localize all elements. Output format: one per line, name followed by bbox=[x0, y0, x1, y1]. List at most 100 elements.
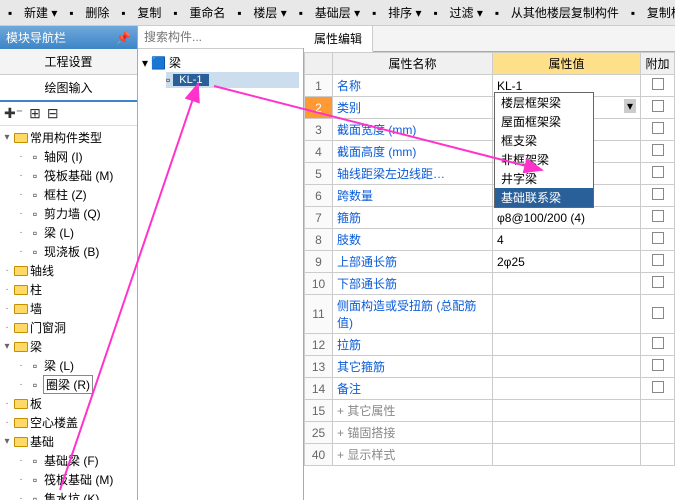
comp-item-kl1[interactable]: ▫ KL-1 bbox=[166, 72, 299, 88]
prop-value[interactable] bbox=[493, 334, 641, 356]
toolbar-copycomp[interactable]: ▪复制构件 bbox=[627, 2, 675, 23]
prop-value[interactable] bbox=[493, 422, 641, 444]
prop-row[interactable]: 4截面高度 (mm) bbox=[305, 141, 675, 163]
tree-node[interactable]: ·▫筏板基础 (M) bbox=[16, 470, 137, 489]
prop-value[interactable]: φ8@100/200 (4) bbox=[493, 207, 641, 229]
tree-node[interactable]: ·墙 bbox=[2, 299, 137, 318]
toolbar-rename[interactable]: ▪重命名 bbox=[169, 2, 229, 23]
dropdown-option[interactable]: 非框架梁 bbox=[495, 150, 593, 169]
tree-node[interactable]: ·▫基础梁 (F) bbox=[16, 451, 137, 470]
attach-checkbox[interactable] bbox=[652, 337, 664, 349]
tree-label: 筏板基础 (M) bbox=[44, 471, 113, 488]
prop-row[interactable]: 13其它箍筋 bbox=[305, 356, 675, 378]
prop-row[interactable]: 1名称KL-1 bbox=[305, 75, 675, 97]
expand-icon[interactable]: + bbox=[337, 448, 344, 462]
prop-value[interactable]: 2φ25 bbox=[493, 251, 641, 273]
attach-checkbox[interactable] bbox=[652, 144, 664, 156]
search-input[interactable] bbox=[138, 26, 305, 48]
prop-value[interactable] bbox=[493, 378, 641, 400]
tree-node[interactable]: ·▫圈梁 (R) bbox=[16, 375, 137, 394]
toolbar-copy[interactable]: ▪复制 bbox=[117, 2, 165, 23]
tree-node[interactable]: ▾梁 bbox=[2, 337, 137, 356]
tree-node[interactable]: ·▫梁 (L) bbox=[16, 223, 137, 242]
prop-value[interactable] bbox=[493, 295, 641, 334]
prop-row[interactable]: 6跨数量 bbox=[305, 185, 675, 207]
tree-node[interactable]: ·▫集水坑 (K) bbox=[16, 489, 137, 500]
attach-checkbox[interactable] bbox=[652, 381, 664, 393]
attach-checkbox[interactable] bbox=[652, 276, 664, 288]
ring-icon: ▫ bbox=[28, 378, 42, 392]
toolbar-copyfrom[interactable]: ▪从其他楼层复制构件 bbox=[491, 2, 623, 23]
prop-value[interactable] bbox=[493, 273, 641, 295]
attach-checkbox[interactable] bbox=[652, 100, 664, 112]
toolbar-new[interactable]: ▪新建 ▾ bbox=[4, 2, 61, 23]
attach-checkbox[interactable] bbox=[652, 122, 664, 134]
prop-row[interactable]: 11侧面构造或受扭筋 (总配筋值) bbox=[305, 295, 675, 334]
prop-row[interactable]: 3截面宽度 (mm) bbox=[305, 119, 675, 141]
tab-project-settings[interactable]: 工程设置 bbox=[0, 49, 137, 75]
category-dropdown[interactable]: 楼层框架梁屋面框架梁框支梁非框架梁井字梁基础联系梁 bbox=[494, 92, 594, 208]
tab-property-edit[interactable]: 属性编辑 bbox=[304, 26, 373, 52]
tree-node[interactable]: ·空心楼盖 bbox=[2, 413, 137, 432]
expand-icon[interactable]: + bbox=[337, 426, 344, 440]
prop-row[interactable]: 12拉筋 bbox=[305, 334, 675, 356]
tree-node[interactable]: ·▫框柱 (Z) bbox=[16, 185, 137, 204]
tree-node[interactable]: ·柱 bbox=[2, 280, 137, 299]
prop-row[interactable]: 9上部通长筋2φ25 bbox=[305, 251, 675, 273]
prop-value[interactable] bbox=[493, 444, 641, 466]
toolbar-floor[interactable]: ▪楼层 ▾ bbox=[233, 2, 290, 23]
prop-value[interactable] bbox=[493, 356, 641, 378]
tree-expand-icon[interactable]: ⊞ bbox=[29, 105, 41, 122]
tree-node[interactable]: ·▫轴网 (I) bbox=[16, 147, 137, 166]
prop-row[interactable]: 25+ 锚固搭接 bbox=[305, 422, 675, 444]
prop-row[interactable]: 10下部通长筋 bbox=[305, 273, 675, 295]
toolbar-filter[interactable]: ▪过滤 ▾ bbox=[429, 2, 486, 23]
folder-icon bbox=[14, 321, 28, 335]
toolbar-del[interactable]: ▪删除 bbox=[65, 2, 113, 23]
expand-icon[interactable]: + bbox=[337, 404, 344, 418]
tree-node[interactable]: ·▫梁 (L) bbox=[16, 356, 137, 375]
toolbar-sort[interactable]: ▪排序 ▾ bbox=[368, 2, 425, 23]
attach-checkbox[interactable] bbox=[652, 166, 664, 178]
dropdown-option[interactable]: 基础联系梁 bbox=[495, 188, 593, 207]
raft-icon: ▫ bbox=[28, 169, 42, 183]
dropdown-option[interactable]: 井字梁 bbox=[495, 169, 593, 188]
attach-checkbox[interactable] bbox=[652, 254, 664, 266]
prop-value[interactable]: 4 bbox=[493, 229, 641, 251]
tree-node[interactable]: ▾基础 bbox=[2, 432, 137, 451]
attach-checkbox[interactable] bbox=[652, 210, 664, 222]
dropdown-option[interactable]: 屋面框架梁 bbox=[495, 112, 593, 131]
attach-checkbox[interactable] bbox=[652, 307, 664, 319]
dropdown-option[interactable]: 楼层框架梁 bbox=[495, 93, 593, 112]
component-tree[interactable]: ▾常用构件类型·▫轴网 (I)·▫筏板基础 (M)·▫框柱 (Z)·▫剪力墙 (… bbox=[0, 126, 137, 500]
prop-row[interactable]: 8肢数4 bbox=[305, 229, 675, 251]
prop-row[interactable]: 15+ 其它属性 bbox=[305, 400, 675, 422]
tree-node[interactable]: ·轴线 bbox=[2, 261, 137, 280]
prop-row[interactable]: 14备注 bbox=[305, 378, 675, 400]
prop-row[interactable]: 2类别基础联系梁 ▾ bbox=[305, 97, 675, 119]
tree-add-icon[interactable]: ✚⁻ bbox=[4, 105, 23, 122]
attach-checkbox[interactable] bbox=[652, 188, 664, 200]
tree-node[interactable]: ·板 bbox=[2, 394, 137, 413]
tree-node[interactable]: ·▫筏板基础 (M) bbox=[16, 166, 137, 185]
attach-checkbox[interactable] bbox=[652, 359, 664, 371]
col-attach: 附加 bbox=[641, 53, 675, 75]
prop-row[interactable]: 5轴线距梁左边线距… bbox=[305, 163, 675, 185]
nav-pin-icon[interactable]: 📌 bbox=[116, 31, 131, 45]
comp-root-beam[interactable]: ▾ 🟦 梁 bbox=[142, 53, 299, 72]
tree-collapse-icon[interactable]: ⊟ bbox=[47, 105, 59, 122]
tree-label: 基础 bbox=[30, 433, 54, 450]
prop-value[interactable] bbox=[493, 400, 641, 422]
tree-node[interactable]: ·▫剪力墙 (Q) bbox=[16, 204, 137, 223]
tree-node[interactable]: ·▫现浇板 (B) bbox=[16, 242, 137, 261]
prop-row[interactable]: 7箍筋φ8@100/200 (4) bbox=[305, 207, 675, 229]
attach-checkbox[interactable] bbox=[652, 78, 664, 90]
tab-draw-input[interactable]: 绘图输入 bbox=[0, 75, 137, 102]
attach-checkbox[interactable] bbox=[652, 232, 664, 244]
tree-node[interactable]: ▾常用构件类型 bbox=[2, 128, 137, 147]
tree-node[interactable]: ·门窗洞 bbox=[2, 318, 137, 337]
toolbar-base[interactable]: ▪基础层 ▾ bbox=[295, 2, 364, 23]
dropdown-icon[interactable]: ▾ bbox=[624, 99, 636, 113]
dropdown-option[interactable]: 框支梁 bbox=[495, 131, 593, 150]
prop-row[interactable]: 40+ 显示样式 bbox=[305, 444, 675, 466]
